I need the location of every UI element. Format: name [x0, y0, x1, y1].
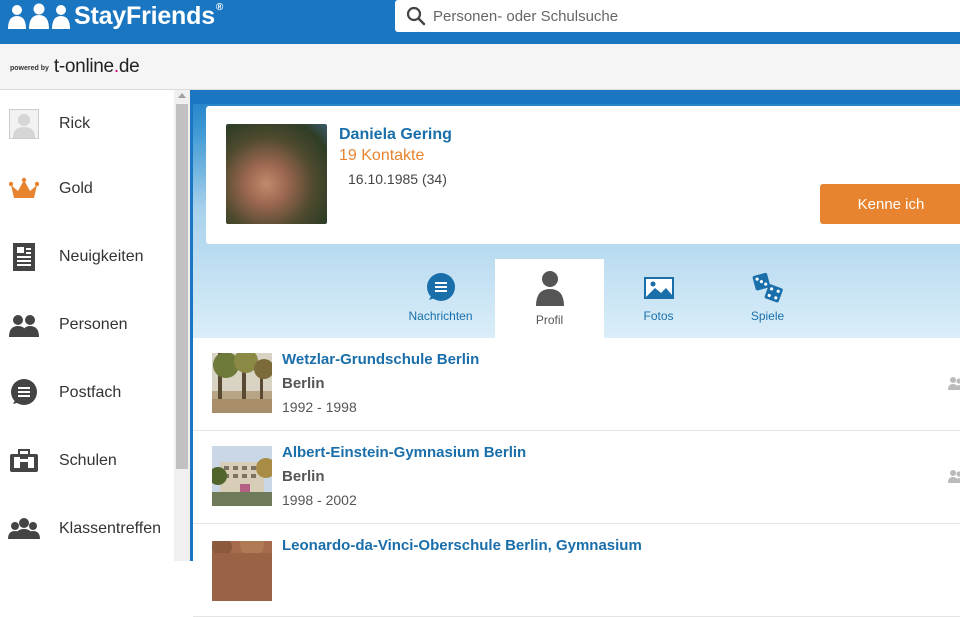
sidebar-item-label: Postfach	[59, 384, 122, 401]
tab-label: Nachrichten	[408, 309, 473, 323]
sidebar-item-people[interactable]: Personen	[0, 291, 174, 359]
tab-label: Profil	[535, 313, 564, 327]
school-list-item[interactable]: Albert-Einstein-Gymnasium Berlin Berlin …	[193, 431, 960, 524]
user-avatar-icon	[8, 108, 40, 140]
search-bar[interactable]	[395, 0, 960, 32]
school-list-item[interactable]: Wetzlar-Grundschule Berlin Berlin 1992 -…	[193, 338, 960, 431]
scroll-up-arrow-icon[interactable]	[174, 92, 190, 104]
search-input[interactable]	[433, 7, 933, 25]
people-icon	[8, 309, 40, 341]
sidebar-item-reunions[interactable]: Klassentreffen	[0, 495, 174, 563]
picture-icon	[642, 271, 676, 305]
tab-label: Spiele	[750, 309, 785, 323]
stayfriends-logo[interactable]: StayFriends®	[8, 0, 223, 32]
search-icon[interactable]	[401, 1, 431, 31]
profile-photo[interactable]	[226, 124, 327, 224]
profile-name[interactable]: Daniela Gering	[339, 126, 452, 144]
scrollbar-thumb[interactable]	[176, 104, 188, 469]
school-name-link[interactable]: Wetzlar-Grundschule Berlin	[282, 351, 479, 368]
sidebar: Rick Gold Neuigkeiten Personen Postfach …	[0, 90, 190, 561]
sidebar-item-label: Klassentreffen	[59, 520, 161, 537]
school-city: Berlin	[282, 468, 325, 485]
sidebar-item-profile[interactable]: Rick	[0, 90, 174, 158]
powered-by-bar: powered by t-online.de	[0, 44, 960, 90]
t-online-logo[interactable]: t-online.de	[54, 56, 140, 78]
contacts-link[interactable]: 19 Kontakte	[339, 147, 424, 165]
newspaper-icon	[8, 241, 40, 273]
logo-text: StayFriends®	[74, 1, 224, 30]
classmates-icon[interactable]	[948, 469, 960, 485]
school-city: Berlin	[282, 375, 325, 392]
group-icon	[8, 513, 40, 545]
school-photo[interactable]	[212, 533, 272, 601]
registered-mark: ®	[215, 1, 224, 13]
profile-card: Daniela Gering 19 Kontakte 16.10.1985 (3…	[206, 106, 960, 244]
know-person-button[interactable]: Kenne ich	[820, 184, 960, 224]
school-photo[interactable]	[212, 349, 274, 413]
sidebar-item-news[interactable]: Neuigkeiten	[0, 223, 174, 291]
crown-icon	[8, 173, 40, 205]
message-bubble-icon	[8, 377, 40, 409]
school-years: 1992 - 1998	[282, 399, 357, 415]
sidebar-item-inbox[interactable]: Postfach	[0, 359, 174, 427]
sidebar-item-label: Neuigkeiten	[59, 248, 144, 265]
sidebar-item-schools[interactable]: Schulen	[0, 427, 174, 495]
sidebar-scrollbar[interactable]	[174, 90, 190, 561]
tab-label: Fotos	[643, 309, 674, 323]
main-content: Daniela Gering 19 Kontakte 16.10.1985 (3…	[190, 90, 960, 617]
message-bubble-icon	[424, 271, 458, 305]
school-list-item[interactable]: Leonardo-da-Vinci-Oberschule Berlin, Gym…	[193, 524, 960, 617]
school-bag-icon	[8, 445, 40, 477]
birth-date: 16.10.1985 (34)	[348, 171, 447, 187]
profile-tabs: Nachrichten Profil Fotos Spiele	[193, 244, 960, 338]
sidebar-item-label: Personen	[59, 316, 128, 333]
person-icon	[533, 271, 567, 306]
sidebar-item-label: Schulen	[59, 452, 117, 469]
logo-people-icon	[8, 3, 70, 29]
hero-top-band	[193, 90, 960, 104]
sidebar-item-label: Rick	[59, 115, 91, 132]
tab-games[interactable]: Spiele	[713, 259, 822, 338]
school-photo[interactable]	[209, 446, 276, 506]
school-name-link[interactable]: Albert-Einstein-Gymnasium Berlin	[282, 444, 526, 461]
tab-photos[interactable]: Fotos	[604, 259, 713, 338]
school-years: 1998 - 2002	[282, 492, 357, 508]
top-header: StayFriends®	[0, 0, 960, 44]
tab-profile[interactable]: Profil	[495, 259, 604, 338]
tab-messages[interactable]: Nachrichten	[386, 259, 495, 338]
classmates-icon[interactable]	[948, 376, 960, 392]
school-name-link[interactable]: Leonardo-da-Vinci-Oberschule Berlin, Gym…	[282, 537, 642, 554]
dice-icon	[751, 271, 785, 305]
sidebar-item-gold[interactable]: Gold	[0, 155, 174, 223]
powered-by-label: powered by	[10, 64, 49, 72]
sidebar-item-label: Gold	[59, 180, 93, 197]
